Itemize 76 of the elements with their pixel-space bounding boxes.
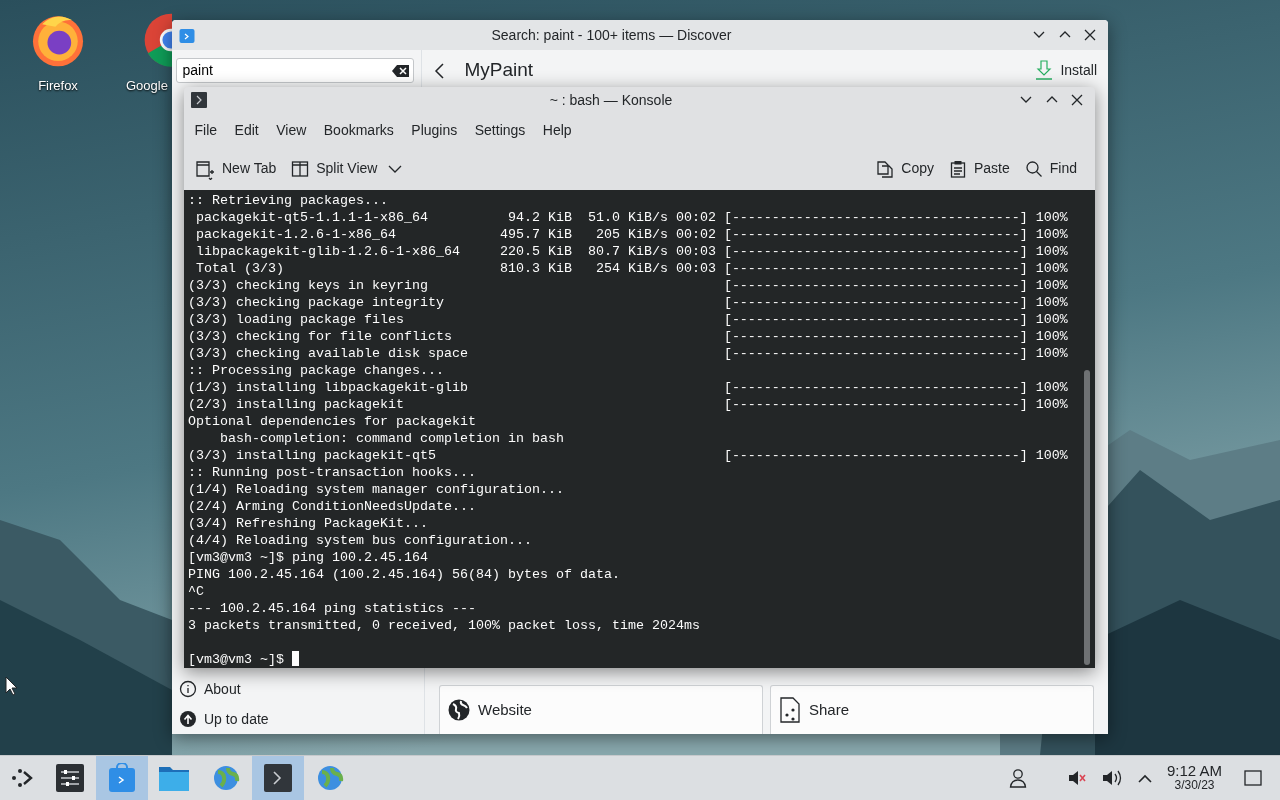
terminal-line: :: Running post-transaction hooks...	[188, 464, 477, 481]
terminal-line: :: Retrieving packages...	[188, 192, 389, 209]
toolbar-button[interactable]: Paste	[944, 156, 1014, 181]
terminal-line: (3/4) Refreshing PackageKit...	[188, 515, 429, 532]
search-icon[interactable]	[1024, 159, 1043, 178]
show-desktop-icon[interactable]	[1243, 768, 1263, 788]
terminal-line: (3/3) installing packagekit-qt5 [------------------------------------] 100%	[188, 447, 1069, 464]
menu-item[interactable]: Settings	[467, 117, 533, 143]
taskbar-button[interactable]	[252, 756, 304, 800]
pointer-icon	[5, 676, 19, 696]
terminal-line: (3/3) checking for file conflicts [------------------------------------] 100%	[188, 328, 1069, 345]
speaker-icon[interactable]	[1100, 768, 1123, 788]
terminal-line: [vm3@vm3 ~]$ ping 100.2.45.164	[188, 549, 429, 566]
link-button[interactable]: Website	[439, 685, 763, 734]
terminal-line: packagekit-qt5-1.1.1-1-x86_64 94.2 KiB 51.0 KiB/s 00:02 [------------------------------------] 100%	[195, 209, 1069, 226]
menu-item[interactable]: View	[269, 117, 314, 143]
terminal-line: ^C	[188, 583, 205, 600]
menu-item[interactable]: Plugins	[404, 117, 465, 143]
window-title: ~ : bash — Konsole	[548, 90, 674, 110]
terminal-line: bash-completion: command completion in bash	[219, 430, 565, 447]
clear-icon[interactable]	[391, 63, 410, 78]
menu-item[interactable]: Edit	[227, 117, 266, 143]
terminal-line: (3/3) checking keys in keyring [------------------------------------] 100%	[188, 277, 1069, 294]
clock-date[interactable]: 3/30/23	[1166, 778, 1222, 793]
search-field[interactable]: paint	[175, 57, 414, 83]
terminal-line: libpackagekit-glib-1.2.6-1-x86_64 220.5 KiB 80.7 KiB/s 00:03 [------------------------------------] 100%	[195, 243, 1069, 260]
toolbar-button[interactable]: New Tab	[191, 155, 281, 182]
clipboard-icon[interactable]	[948, 159, 967, 178]
chevron-down-icon[interactable]	[388, 163, 403, 174]
terminal-line: (1/4) Reloading system manager configuration...	[188, 481, 565, 498]
page-title: MyPaint	[464, 57, 535, 82]
toolbar-button[interactable]: Copy	[872, 156, 938, 181]
menu-item[interactable]: Bookmarks	[316, 117, 401, 143]
sliders-icon[interactable]	[55, 763, 85, 793]
folder-icon[interactable]	[158, 764, 190, 792]
globe-icon[interactable]	[447, 698, 471, 722]
window-title: Search: paint - 100+ items — Discover	[490, 25, 733, 45]
share-button[interactable]: Share	[770, 685, 1094, 734]
terminal-line: --- 100.2.45.164 ping statistics ---	[188, 600, 477, 617]
menu-item[interactable]: File	[187, 117, 225, 143]
icon-label[interactable]: Google	[126, 76, 168, 96]
terminal-line: (1/3) installing libpackagekit-glib [------------------------------------] 100%	[188, 379, 1069, 396]
terminal-line: (2/3) installing packagekit [------------------------------------] 100%	[188, 396, 1069, 413]
terminal-icon	[191, 92, 207, 108]
terminal-line: (2/4) Arming ConditionNeedsUpdate...	[188, 498, 477, 515]
terminal-line: Total (3/3) 810.3 KiB 254 KiB/s 00:03 [------------------------------------] 100%	[195, 260, 1069, 277]
terminal-line: Optional dependencies for packagekit	[188, 413, 477, 430]
install-button[interactable]: Install	[1031, 57, 1101, 83]
sidebar-item[interactable]: About	[172, 674, 424, 704]
user-icon[interactable]	[1008, 768, 1027, 788]
toolbar-button[interactable]: Split View	[287, 156, 382, 181]
sidebar-item[interactable]: Up to date	[172, 704, 424, 734]
terminal-line: (3/3) loading package files [------------------------------------] 100%	[188, 311, 1069, 328]
terminal-line: (4/4) Reloading system bus configuration...	[188, 532, 533, 549]
split-view-icon[interactable]	[291, 159, 310, 178]
shopping-bag-icon	[179, 27, 195, 43]
scrollbar-thumb[interactable]	[1083, 369, 1090, 665]
terminal-line: packagekit-1.2.6-1-x86_64 495.7 KiB 205 KiB/s 00:02 [------------------------------------] 100%	[195, 226, 1069, 243]
muted-speaker-icon[interactable]	[1066, 768, 1087, 788]
toolbar-button[interactable]: Find	[1020, 156, 1081, 181]
terminal-line: 3 packets transmitted, 0 received, 100% packet loss, time 2024ms	[188, 617, 701, 634]
terminal-line: PING 100.2.45.164 (100.2.45.164) 56(84) bytes of data.	[188, 566, 621, 583]
clock-time[interactable]: 9:12 AM	[1166, 763, 1222, 778]
terminal-line: :: Processing package changes...	[188, 362, 445, 379]
caret-up-icon[interactable]	[1136, 772, 1153, 784]
terminal-line: (3/3) checking package integrity [------------------------------------] 100%	[188, 294, 1069, 311]
copy-icon[interactable]	[876, 159, 895, 178]
terminal-icon[interactable]	[263, 763, 293, 793]
document-icon[interactable]	[778, 697, 802, 723]
menu-item[interactable]: Help	[535, 117, 579, 143]
terminal-prompt: [vm3@vm3 ~]$	[188, 652, 284, 667]
icon-label[interactable]: Firefox	[8, 76, 108, 96]
info-icon[interactable]	[179, 680, 197, 698]
terminal-line: (3/3) checking available disk space [------------------------------------] 100%	[188, 345, 1069, 362]
download-icon	[1035, 60, 1054, 80]
chevron-left-icon	[432, 61, 447, 80]
